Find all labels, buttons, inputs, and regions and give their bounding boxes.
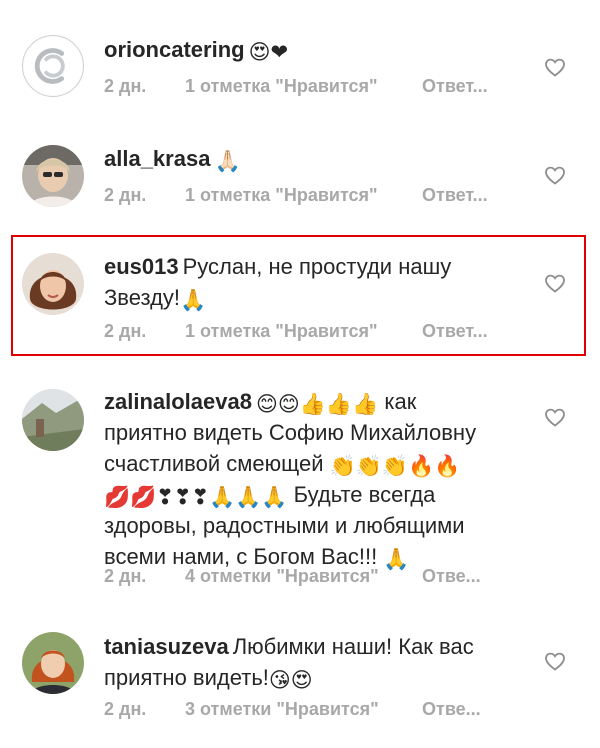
- avatar[interactable]: [22, 35, 84, 97]
- like-button[interactable]: [543, 405, 567, 429]
- avatar[interactable]: [22, 253, 84, 315]
- comment-body: orioncatering 😍❤: [104, 34, 524, 65]
- comment-text: Звезду!: [104, 285, 181, 310]
- comment-time: 2 дн.: [104, 185, 147, 205]
- comment-emoji: 😍❤: [248, 40, 289, 64]
- comment-body: alla_krasa 🙏🏻: [104, 143, 524, 174]
- comment-emoji: 😊😊👍👍👍: [255, 392, 379, 416]
- heart-outline-icon: [545, 652, 565, 671]
- comment-time: 2 дн.: [104, 566, 147, 586]
- comment-text: Любимки наши! Как вас: [232, 634, 474, 659]
- comment-time: 2 дн.: [104, 321, 147, 341]
- comments-list: orioncatering 😍❤ 2 дн. 1 отметка "Нравитс…: [0, 0, 600, 748]
- comment-likes[interactable]: 4 отметки "Нравится": [185, 566, 379, 587]
- like-button[interactable]: [543, 649, 567, 673]
- comment-text: Будьте всегда: [293, 482, 436, 507]
- reply-button[interactable]: Отве...: [422, 699, 481, 720]
- comment-text: приятно видеть!: [104, 665, 269, 690]
- comment-text: счастливой смеющей: [104, 451, 324, 476]
- comment-body: zalinalolaeva8 😊😊👍👍👍 как приятно видеть С…: [104, 386, 524, 572]
- comment-body: eus013 Руслан, не простуди нашу Звезду!🙏: [104, 251, 524, 313]
- comment-text: как: [384, 389, 417, 414]
- orion-logo-icon: [23, 36, 83, 96]
- comment-likes[interactable]: 1 отметка "Нравится": [185, 76, 378, 97]
- like-button[interactable]: [543, 55, 567, 79]
- comment-username[interactable]: zalinalolaeva8: [104, 389, 252, 414]
- comment-likes[interactable]: 1 отметка "Нравится": [185, 185, 378, 206]
- avatar-photo: [22, 389, 84, 451]
- reply-button[interactable]: Отве...: [422, 566, 481, 587]
- comment-username[interactable]: taniasuzeva: [104, 634, 229, 659]
- reply-button[interactable]: Ответ...: [422, 185, 488, 206]
- comment-likes[interactable]: 1 отметка "Нравится": [185, 321, 378, 342]
- comment-username[interactable]: alla_krasa: [104, 146, 210, 171]
- comment-body: taniasuzeva Любимки наши! Как вас приятно…: [104, 631, 524, 693]
- comment-time: 2 дн.: [104, 699, 147, 719]
- comment-emoji: 🙏: [180, 288, 207, 312]
- avatar[interactable]: [22, 389, 84, 451]
- like-button[interactable]: [543, 271, 567, 295]
- comment-emoji: 👏👏👏🔥🔥: [329, 454, 461, 478]
- avatar-photo: [22, 632, 84, 694]
- heart-outline-icon: [545, 408, 565, 427]
- comment-username[interactable]: eus013: [104, 254, 179, 279]
- heart-outline-icon: [545, 274, 565, 293]
- heart-outline-icon: [545, 166, 565, 185]
- avatar-photo: [22, 145, 84, 207]
- avatar[interactable]: [22, 632, 84, 694]
- comment-likes[interactable]: 3 отметки "Нравится": [185, 699, 379, 720]
- avatar-photo: [22, 253, 84, 315]
- heart-outline-icon: [545, 58, 565, 77]
- comment-emoji: 🙏🏻: [214, 149, 241, 173]
- comment-username[interactable]: orioncatering: [104, 37, 245, 62]
- comment-text: здоровы, радостными и любящими: [104, 513, 465, 538]
- like-button[interactable]: [543, 163, 567, 187]
- comment-text: Руслан, не простуди нашу: [182, 254, 452, 279]
- comment-text: приятно видеть Софию Михайловну: [104, 420, 477, 445]
- avatar[interactable]: [22, 145, 84, 207]
- comment-emoji: 🙏: [383, 547, 410, 571]
- reply-button[interactable]: Ответ...: [422, 321, 488, 342]
- reply-button[interactable]: Ответ...: [422, 76, 488, 97]
- comment-time: 2 дн.: [104, 76, 147, 96]
- comment-emoji: 💋💋❣❣❣🙏🙏🙏: [104, 485, 288, 509]
- comment-emoji: 😘😍: [268, 668, 313, 692]
